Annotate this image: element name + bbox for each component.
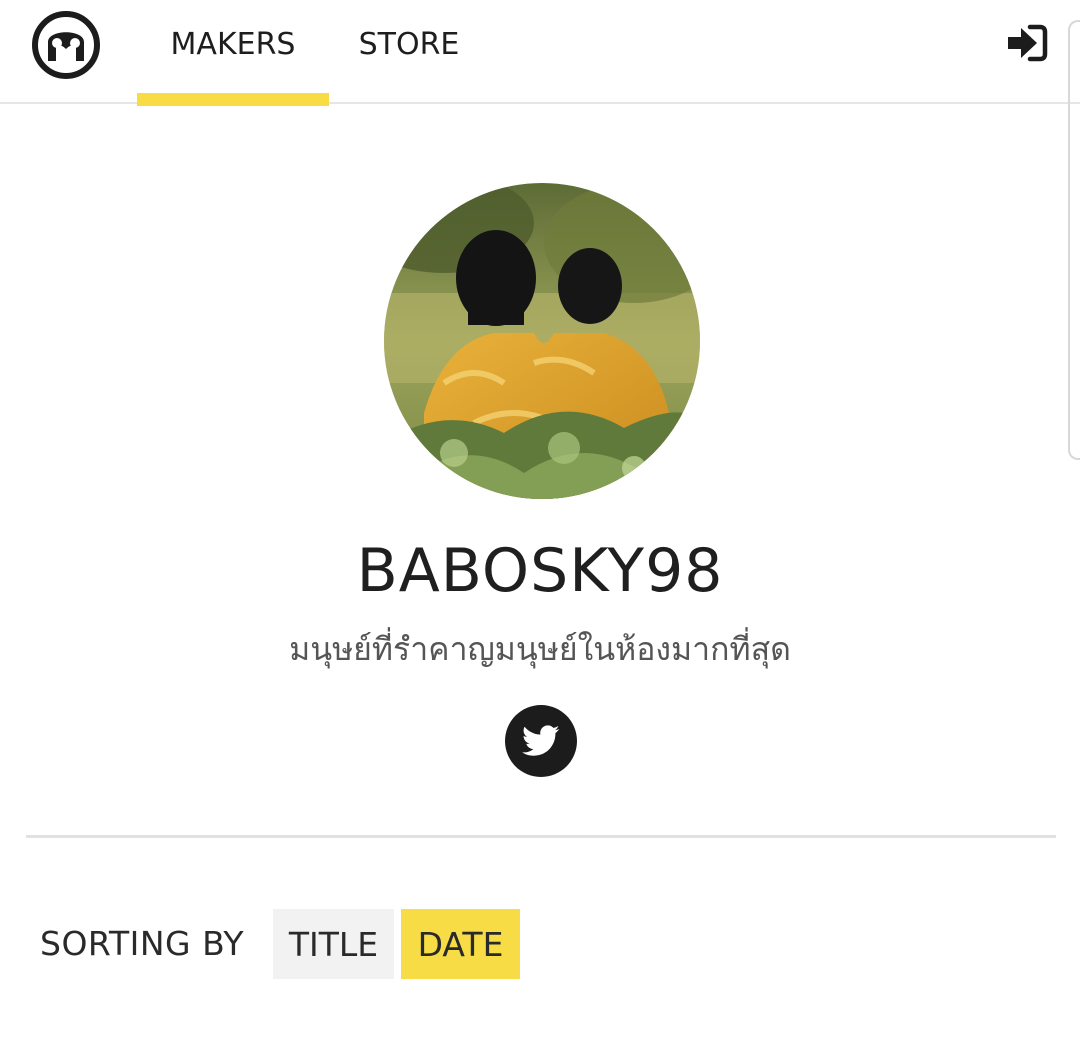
- tab-store-label: STORE: [358, 26, 460, 62]
- sort-by-date-label: DATE: [417, 924, 504, 964]
- sort-by-title-label: TITLE: [288, 924, 379, 964]
- profile-photo: [384, 183, 700, 499]
- sort-by-title-button[interactable]: TITLE: [273, 909, 394, 979]
- profile-username: BABOSKY98: [356, 536, 724, 606]
- scrollbar-edge: [1068, 20, 1080, 460]
- section-divider: [26, 835, 1056, 838]
- tab-makers-label: MAKERS: [170, 26, 296, 62]
- profile-bio: มนุษย์ที่รำคาญมนุษย์ในห้องมากที่สุด: [289, 630, 791, 668]
- sign-in-icon[interactable]: [1004, 22, 1050, 64]
- tab-store[interactable]: STORE: [342, 0, 476, 104]
- twitter-icon[interactable]: [505, 705, 577, 777]
- top-navbar: MAKERS STORE: [0, 0, 1080, 106]
- sort-by-date-button[interactable]: DATE: [401, 909, 520, 979]
- face-logo-icon[interactable]: [30, 9, 102, 81]
- tab-makers[interactable]: MAKERS: [137, 0, 329, 106]
- sorting-label: SORTING BY: [40, 924, 245, 963]
